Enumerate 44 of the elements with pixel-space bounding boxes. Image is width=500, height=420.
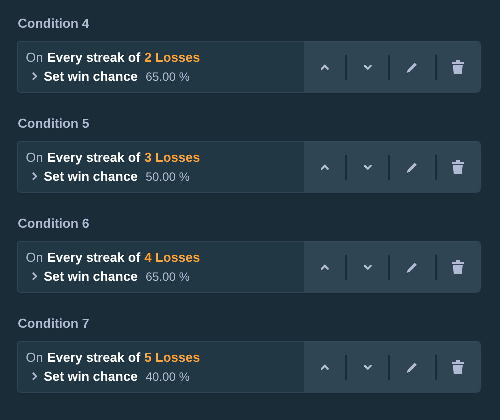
chevron-right-icon xyxy=(32,272,38,281)
action-text: Set win chance xyxy=(44,268,138,284)
streak-count: 4 Losses xyxy=(144,250,200,266)
action-text: Set win chance xyxy=(44,368,138,384)
chevron-up-icon xyxy=(320,164,330,170)
action-value: 65.00 % xyxy=(146,268,190,284)
trash-icon xyxy=(452,360,464,374)
trigger-text: Every streak of xyxy=(47,250,141,266)
pencil-icon xyxy=(406,160,420,174)
chevron-right-icon xyxy=(32,72,38,81)
action-value: 40.00 % xyxy=(146,368,190,384)
chevron-up-icon xyxy=(320,364,330,370)
pencil-icon xyxy=(406,260,420,274)
streak-count: 5 Losses xyxy=(144,350,200,366)
on-label: On xyxy=(26,150,44,166)
chevron-down-icon xyxy=(362,264,373,270)
pencil-icon xyxy=(406,60,420,74)
trigger-text: Every streak of xyxy=(47,150,141,166)
condition-title: Condition 5 xyxy=(17,115,90,132)
action-text: Set win chance xyxy=(44,168,138,184)
on-label: On xyxy=(26,250,44,266)
trigger-text: Every streak of xyxy=(47,350,141,366)
chevron-down-icon xyxy=(362,164,373,170)
on-label: On xyxy=(26,350,44,366)
trigger-text: Every streak of xyxy=(47,50,141,66)
pencil-icon xyxy=(406,360,420,374)
action-value: 65.00 % xyxy=(146,68,190,84)
chevron-right-icon xyxy=(32,172,38,181)
trash-icon xyxy=(452,60,464,74)
condition-title: Condition 7 xyxy=(17,315,90,332)
trash-icon xyxy=(452,160,464,174)
chevron-down-icon xyxy=(362,364,373,370)
streak-count: 2 Losses xyxy=(144,50,200,66)
on-label: On xyxy=(26,50,44,66)
action-value: 50.00 % xyxy=(146,168,190,184)
action-text: Set win chance xyxy=(44,68,138,84)
trash-icon xyxy=(452,260,464,274)
condition-title: Condition 4 xyxy=(17,15,90,32)
chevron-up-icon xyxy=(320,264,330,270)
chevron-right-icon xyxy=(32,372,38,381)
streak-count: 3 Losses xyxy=(144,150,200,166)
chevron-down-icon xyxy=(362,64,373,70)
condition-title: Condition 6 xyxy=(17,215,90,232)
chevron-up-icon xyxy=(320,64,330,70)
